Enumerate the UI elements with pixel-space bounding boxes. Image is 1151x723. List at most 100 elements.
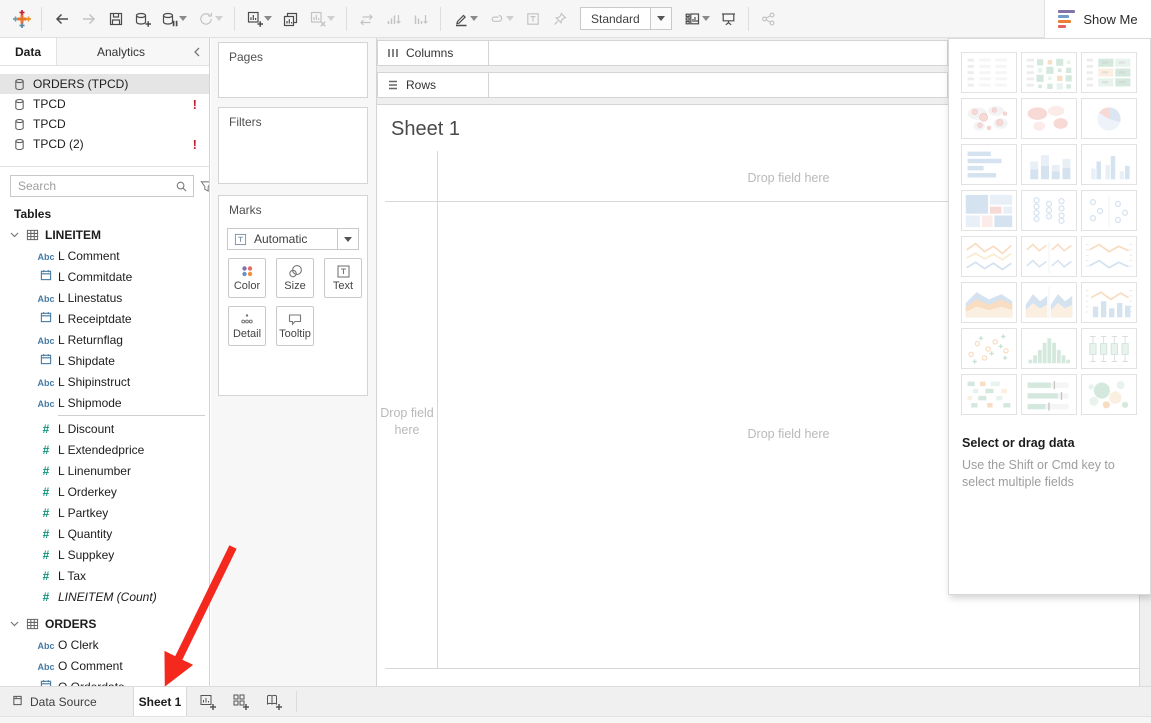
field-item[interactable]: #L Orderkey: [0, 481, 209, 502]
data-source-item[interactable]: TPCD!: [0, 94, 209, 114]
showme-area-charts-discrete[interactable]: [1021, 282, 1077, 323]
sort-descending-button[interactable]: [407, 6, 434, 32]
showme-gantt[interactable]: [961, 374, 1017, 415]
field-item[interactable]: #L Partkey: [0, 502, 209, 523]
showme-dual-lines[interactable]: [1081, 236, 1137, 277]
detail-button[interactable]: Detail: [228, 306, 266, 346]
showme-treemap[interactable]: [961, 190, 1017, 231]
rows-shelf[interactable]: Rows: [377, 72, 948, 98]
drop-zone-rows[interactable]: Drop field here: [377, 405, 437, 439]
new-dashboard-button[interactable]: [229, 687, 253, 716]
highlight-caret[interactable]: [470, 6, 481, 32]
field-item[interactable]: AbcO Clerk: [0, 634, 209, 655]
fit-mode-select[interactable]: Standard: [580, 7, 672, 30]
collapse-pane-button[interactable]: [185, 38, 209, 65]
showme-stacked-bars[interactable]: [1021, 144, 1077, 185]
run-auto-updates-caret[interactable]: [215, 6, 226, 32]
sheet-1-tab[interactable]: Sheet 1: [133, 687, 187, 716]
field-item[interactable]: AbcL Shipinstruct: [0, 371, 209, 392]
filters-card[interactable]: Filters: [218, 107, 368, 184]
new-story-button[interactable]: [262, 687, 286, 716]
fix-axes-button[interactable]: [546, 6, 573, 32]
gantt-icon: [964, 377, 1014, 413]
showme-side-by-side-bars[interactable]: [1081, 144, 1137, 185]
table-header[interactable]: LINEITEM: [0, 224, 209, 245]
showme-horizontal-bars[interactable]: [961, 144, 1017, 185]
redo-button[interactable]: [75, 6, 102, 32]
showme-histogram[interactable]: [1021, 328, 1077, 369]
data-source-item[interactable]: TPCD (2)!: [0, 134, 209, 154]
presentation-mode-button[interactable]: [715, 6, 742, 32]
new-worksheet-caret[interactable]: [264, 6, 275, 32]
field-item[interactable]: L Shipdate: [0, 350, 209, 371]
showme-side-by-side-circles[interactable]: [1081, 190, 1137, 231]
showme-lines-discrete[interactable]: [1021, 236, 1077, 277]
data-source-item[interactable]: ORDERS (TPCD): [0, 74, 209, 94]
chevron-down-icon[interactable]: [8, 232, 20, 238]
showme-text-table[interactable]: [961, 52, 1017, 93]
field-item[interactable]: L Receiptdate: [0, 308, 209, 329]
table-header[interactable]: ORDERS: [0, 613, 209, 634]
search-box[interactable]: [10, 175, 194, 197]
showme-filled-map[interactable]: [1021, 98, 1077, 139]
field-item[interactable]: O Orderdate: [0, 676, 209, 686]
field-item[interactable]: #LINEITEM (Count): [0, 586, 209, 607]
show-mark-labels-button[interactable]: [519, 6, 546, 32]
field-item[interactable]: #L Tax: [0, 565, 209, 586]
pause-auto-updates-caret[interactable]: [179, 6, 190, 32]
save-button[interactable]: [102, 6, 129, 32]
group-members-caret[interactable]: [506, 6, 517, 32]
show-hide-cards-caret[interactable]: [702, 6, 713, 32]
field-item[interactable]: #L Quantity: [0, 523, 209, 544]
new-data-source-button[interactable]: [129, 6, 156, 32]
showme-bullet-graphs[interactable]: [1021, 374, 1077, 415]
swap-rows-columns-button[interactable]: [353, 6, 380, 32]
chevron-down-icon[interactable]: [8, 621, 20, 627]
duplicate-sheet-button[interactable]: [277, 6, 304, 32]
showme-box-and-whisker[interactable]: [1081, 328, 1137, 369]
share-workbook-button[interactable]: [755, 6, 782, 32]
mark-type-dropdown[interactable]: Automatic: [227, 228, 359, 250]
field-item[interactable]: AbcL Comment: [0, 245, 209, 266]
showme-packed-bubbles[interactable]: [1081, 374, 1137, 415]
field-item[interactable]: AbcL Linestatus: [0, 287, 209, 308]
data-source-item[interactable]: TPCD: [0, 114, 209, 134]
showme-highlight-table[interactable]: [1081, 52, 1137, 93]
new-worksheet-button[interactable]: [196, 687, 220, 716]
field-item[interactable]: #L Extendedprice: [0, 439, 209, 460]
field-item[interactable]: #L Suppkey: [0, 544, 209, 565]
mark-type-caret[interactable]: [337, 229, 358, 249]
columns-shelf[interactable]: Columns: [377, 40, 948, 66]
field-item[interactable]: AbcL Shipmode: [0, 392, 209, 413]
data-source-tab[interactable]: Data Source: [0, 687, 120, 716]
clear-sheet-caret[interactable]: [327, 6, 338, 32]
show-me-button[interactable]: Show Me: [1044, 0, 1151, 38]
pages-card[interactable]: Pages: [218, 42, 368, 98]
filter-fields-icon[interactable]: [199, 179, 210, 194]
undo-button[interactable]: [48, 6, 75, 32]
showme-symbol-map[interactable]: [961, 98, 1017, 139]
rows-shelf-area[interactable]: [489, 72, 948, 98]
fit-mode-caret[interactable]: [650, 8, 671, 29]
field-item[interactable]: L Commitdate: [0, 266, 209, 287]
field-item[interactable]: AbcL Returnflag: [0, 329, 209, 350]
size-button[interactable]: Size: [276, 258, 314, 298]
showme-area-charts-continuous[interactable]: [961, 282, 1017, 323]
showme-pie-chart[interactable]: [1081, 98, 1137, 139]
field-item[interactable]: #L Discount: [0, 418, 209, 439]
sort-ascending-button[interactable]: [380, 6, 407, 32]
text-button[interactable]: Text: [324, 258, 362, 298]
color-button[interactable]: Color: [228, 258, 266, 298]
tooltip-button[interactable]: Tooltip: [276, 306, 314, 346]
columns-shelf-area[interactable]: [489, 40, 948, 66]
showme-lines-continuous[interactable]: [961, 236, 1017, 277]
field-item[interactable]: #L Linenumber: [0, 460, 209, 481]
tab-analytics[interactable]: Analytics: [57, 38, 185, 65]
showme-heat-map[interactable]: [1021, 52, 1077, 93]
field-item[interactable]: AbcO Comment: [0, 655, 209, 676]
showme-dual-combination[interactable]: [1081, 282, 1137, 323]
showme-scatter-plots[interactable]: [961, 328, 1017, 369]
tab-data[interactable]: Data: [0, 38, 57, 65]
search-input[interactable]: [16, 178, 175, 194]
showme-circle-views[interactable]: [1021, 190, 1077, 231]
